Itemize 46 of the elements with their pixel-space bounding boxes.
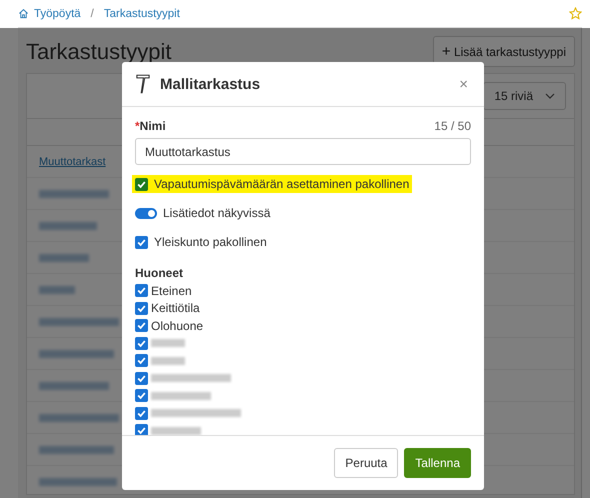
dialog-title: Mallitarkastus: [160, 76, 260, 92]
save-button[interactable]: Tallenna: [404, 448, 471, 478]
home-icon: [18, 8, 29, 19]
breadcrumb-separator: /: [90, 8, 94, 20]
breadcrumb-link[interactable]: Työpöytä: [34, 8, 81, 20]
breadcrumb-link[interactable]: Tarkastustyypit: [104, 8, 180, 20]
character-counter: 15 / 50: [434, 119, 471, 133]
checkbox[interactable]: [135, 336, 148, 350]
add-inspection-type-button[interactable]: + Lisää tarkastustyyppi: [432, 36, 575, 67]
option-label: Yleiskunto pakollinen: [154, 235, 267, 249]
room-label: Keittiötila: [151, 301, 200, 316]
toggle-switch[interactable]: [135, 208, 157, 218]
rows-per-page-select[interactable]: 15 riviä: [483, 82, 566, 110]
checkbox[interactable]: [135, 406, 148, 420]
section-heading: Huoneet: [135, 266, 184, 280]
checkbox[interactable]: [135, 319, 148, 332]
checkbox[interactable]: [135, 236, 148, 248]
cancel-button[interactable]: Peruuta: [334, 448, 398, 478]
checkbox[interactable]: [135, 354, 148, 368]
blurred-text: [39, 382, 109, 390]
table-link[interactable]: Muuttotarkast: [39, 156, 106, 168]
blurred-text: [151, 339, 185, 348]
star-icon[interactable]: [569, 7, 582, 20]
room-label: Eteinen: [151, 284, 192, 298]
field-label: *Nimi: [135, 119, 166, 133]
checkbox[interactable]: [135, 302, 148, 315]
checkbox[interactable]: [135, 372, 148, 385]
close-button[interactable]: ×: [457, 76, 470, 92]
blurred-text: [151, 426, 201, 435]
checkbox[interactable]: [135, 178, 148, 190]
checkbox[interactable]: [135, 389, 148, 402]
blurred-text: [39, 286, 75, 294]
blurred-text: [39, 222, 97, 230]
blurred-text: [151, 392, 211, 400]
page-title: Tarkastustyypit: [26, 38, 172, 64]
option-label: Lisätiedot näkyvissä: [163, 206, 270, 220]
logo-icon: [136, 74, 150, 94]
blurred-text: [39, 254, 89, 262]
checkbox[interactable]: [135, 284, 148, 298]
chevron-down-icon: [545, 93, 555, 99]
room-label: Olohuone: [151, 318, 204, 333]
checkbox[interactable]: [135, 424, 148, 435]
blurred-text: [39, 190, 109, 198]
name-input-field[interactable]: Muuttotarkastus: [135, 138, 471, 165]
blurred-text: [151, 356, 185, 365]
option-label: Vapautumispävämäärän asettaminen pakollinen: [154, 177, 410, 191]
